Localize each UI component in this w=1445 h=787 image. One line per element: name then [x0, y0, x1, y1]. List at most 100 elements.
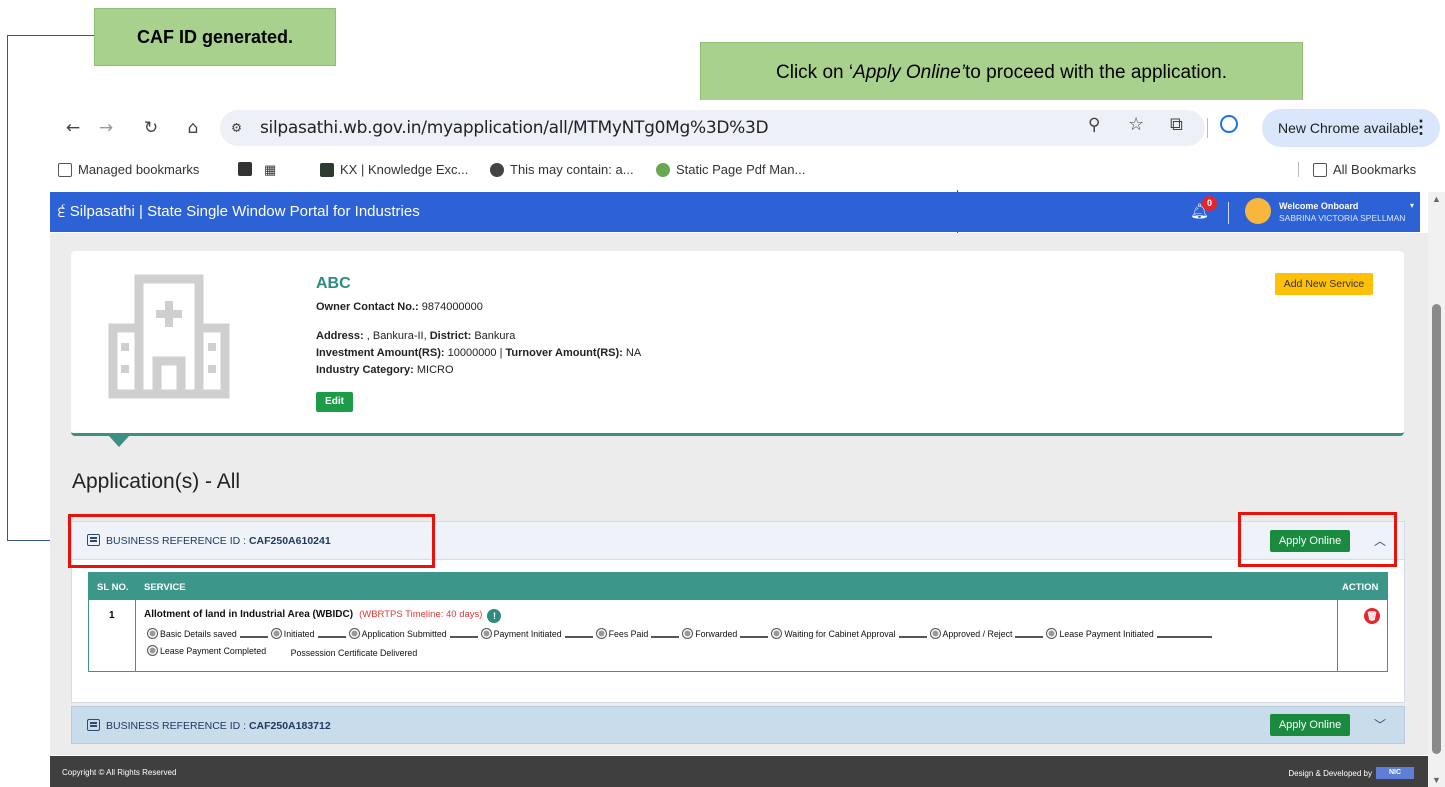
portal-title[interactable]: ੬ Silpasathi | State Single Window Porta… [58, 203, 420, 220]
col-action: ACTION [1342, 582, 1379, 593]
static-page-icon [656, 162, 670, 177]
status-dot-icon [771, 628, 783, 639]
column-divider [1337, 573, 1338, 671]
col-sl-no: SL NO. [97, 582, 129, 593]
menu-kebab-icon[interactable]: ⋮ [1412, 117, 1430, 138]
status-step: Waiting for Cabinet Approval [771, 628, 896, 639]
service-name: Allotment of land in Industrial Area (WB… [144, 609, 502, 623]
back-icon[interactable]: ← [60, 115, 86, 141]
copyright-text: Copyright © All Rights Reserved [62, 768, 177, 777]
caf-generated-callout: CAF ID generated. [94, 8, 336, 66]
status-step: Initiated [270, 628, 315, 639]
investment-value: 10000000 | [444, 347, 506, 359]
header-divider [1228, 202, 1229, 224]
zoom-icon[interactable]: ⚲ [1088, 115, 1100, 135]
extensions-icon[interactable]: ⧉ [1170, 114, 1183, 135]
status-step-label: Waiting for Cabinet Approval [784, 628, 896, 639]
reload-icon[interactable]: ↻ [138, 115, 164, 141]
scrollbar-thumb[interactable] [1432, 304, 1441, 754]
status-step-label: Possession Certificate Delivered [290, 648, 418, 658]
status-step: Forwarded [682, 628, 737, 639]
url-text[interactable]: silpasathi.wb.gov.in/myapplication/all/M… [260, 118, 769, 138]
status-connector [1156, 635, 1212, 638]
status-step-label: Lease Payment Initiated [1059, 628, 1154, 639]
bookmark-label: Static Page Pdf Man... [676, 162, 806, 177]
site-info-icon[interactable]: ⚙ [232, 118, 241, 136]
address-bar[interactable]: ⚙ silpasathi.wb.gov.in/myapplication/all… [220, 110, 1205, 146]
designed-by-text: Design & Developed by [1288, 768, 1372, 778]
document-icon [87, 719, 100, 731]
category-line: Industry Category: MICRO [316, 364, 454, 376]
business-reference-2: BUSINESS REFERENCE ID : CAF250A183712 [106, 720, 331, 732]
callout-prefix: Click on ‘ [776, 62, 854, 83]
page-icon [238, 162, 252, 176]
status-step: Basic Details saved [147, 628, 237, 639]
welcome-block[interactable]: Welcome Onboard SABRINA VICTORIA SPELLMA… [1279, 200, 1405, 224]
status-dot-icon [682, 628, 694, 639]
new-chrome-button[interactable]: New Chrome available ⋮ [1262, 109, 1440, 147]
ref-prefix: BUSINESS REFERENCE ID : [106, 720, 249, 732]
page-scrollbar[interactable]: ▲ ▼ [1428, 192, 1445, 787]
owner-contact-label: Owner Contact No.: [316, 301, 419, 313]
category-value: MICRO [413, 364, 454, 376]
turnover-label: Turnover Amount(RS): [505, 347, 623, 359]
status-dot-icon [595, 628, 607, 639]
status-connector [651, 635, 680, 638]
welcome-text: Welcome Onboard [1279, 201, 1359, 211]
all-bookmarks[interactable]: All Bookmarks [1298, 162, 1416, 177]
service-timeline: (WBRTPS Timeline: 40 days) [359, 609, 483, 620]
scroll-up-icon[interactable]: ▲ [1432, 194, 1441, 204]
apps-grid-icon: ▦ [264, 162, 277, 177]
edit-button[interactable]: Edit [316, 392, 353, 412]
status-dot-icon [270, 628, 282, 639]
scroll-down-icon[interactable]: ▼ [1432, 775, 1441, 785]
caf-generated-text: CAF ID generated. [136, 26, 294, 47]
bookmark-label: KX | Knowledge Exc... [340, 162, 469, 177]
status-step: Lease Payment Initiated [1046, 628, 1154, 639]
all-bookmarks-label: All Bookmarks [1333, 162, 1417, 177]
status-step-label: Lease Payment Completed [160, 645, 267, 656]
bookmark-managed[interactable]: Managed bookmarks [58, 162, 199, 177]
home-icon[interactable]: ⌂ [180, 115, 206, 141]
bookmark-blank[interactable] [238, 162, 252, 176]
user-name: SABRINA VICTORIA SPELLMAN [1279, 213, 1406, 223]
district-label: District: [429, 330, 472, 342]
bookmark-kx[interactable]: KX | Knowledge Exc... [320, 162, 468, 177]
avatar[interactable] [1245, 198, 1271, 224]
status-step: Lease Payment Completed [147, 645, 266, 656]
profile-icon[interactable] [1220, 115, 1238, 133]
status-connector [317, 635, 346, 638]
info-icon[interactable]: ! [487, 609, 502, 623]
bookmarks-bar: Managed bookmarks ▦ KX | Knowledge Exc..… [50, 158, 1445, 186]
service-title: Allotment of land in Industrial Area (WB… [144, 609, 354, 620]
bookmark-apps[interactable]: ▦ [264, 162, 276, 178]
bookmark-star-icon[interactable]: ☆ [1128, 114, 1144, 135]
card-pointer [109, 436, 129, 447]
browser-chrome: ← → ↻ ⌂ ⚙ silpasathi.wb.gov.in/myapplica… [50, 100, 1445, 190]
apply-online-button-2[interactable]: Apply Online [1270, 714, 1350, 736]
delete-icon[interactable]: 🗑︎ [1364, 608, 1380, 624]
status-dot-icon [147, 645, 158, 656]
bookmark-pin[interactable]: This may contain: a... [490, 162, 634, 177]
caf-id-highlight [68, 514, 435, 568]
forward-icon[interactable]: → [93, 115, 119, 141]
chevron-down-icon[interactable]: ﹀ [1374, 716, 1386, 733]
status-connector [449, 635, 478, 638]
apply-online-highlight [1238, 512, 1397, 567]
status-connector [898, 635, 927, 638]
user-dropdown-icon[interactable]: ▾ [1410, 201, 1414, 210]
callout-italic: Apply Online’ [853, 62, 966, 83]
connector-line [7, 540, 52, 541]
status-tracker: Basic Details saved Initiated Application … [147, 628, 1215, 641]
status-tracker-line2: Lease Payment Completed Possession Certi… [147, 645, 417, 658]
bookmark-label: This may contain: a... [510, 162, 634, 177]
add-new-service-button[interactable]: Add New Service [1275, 273, 1373, 295]
turnover-value: NA [622, 347, 642, 359]
application-panel-2[interactable]: BUSINESS REFERENCE ID : CAF250A183712 Ap… [71, 706, 1405, 744]
bookmark-static[interactable]: Static Page Pdf Man... [656, 162, 805, 177]
status-step: Application Submitted [348, 628, 447, 639]
folder-icon [1313, 162, 1327, 177]
address-value: , Bankura-II, [363, 330, 430, 342]
status-step: Fees Paid [595, 628, 648, 639]
applications-title: Application(s) - All [72, 470, 241, 493]
